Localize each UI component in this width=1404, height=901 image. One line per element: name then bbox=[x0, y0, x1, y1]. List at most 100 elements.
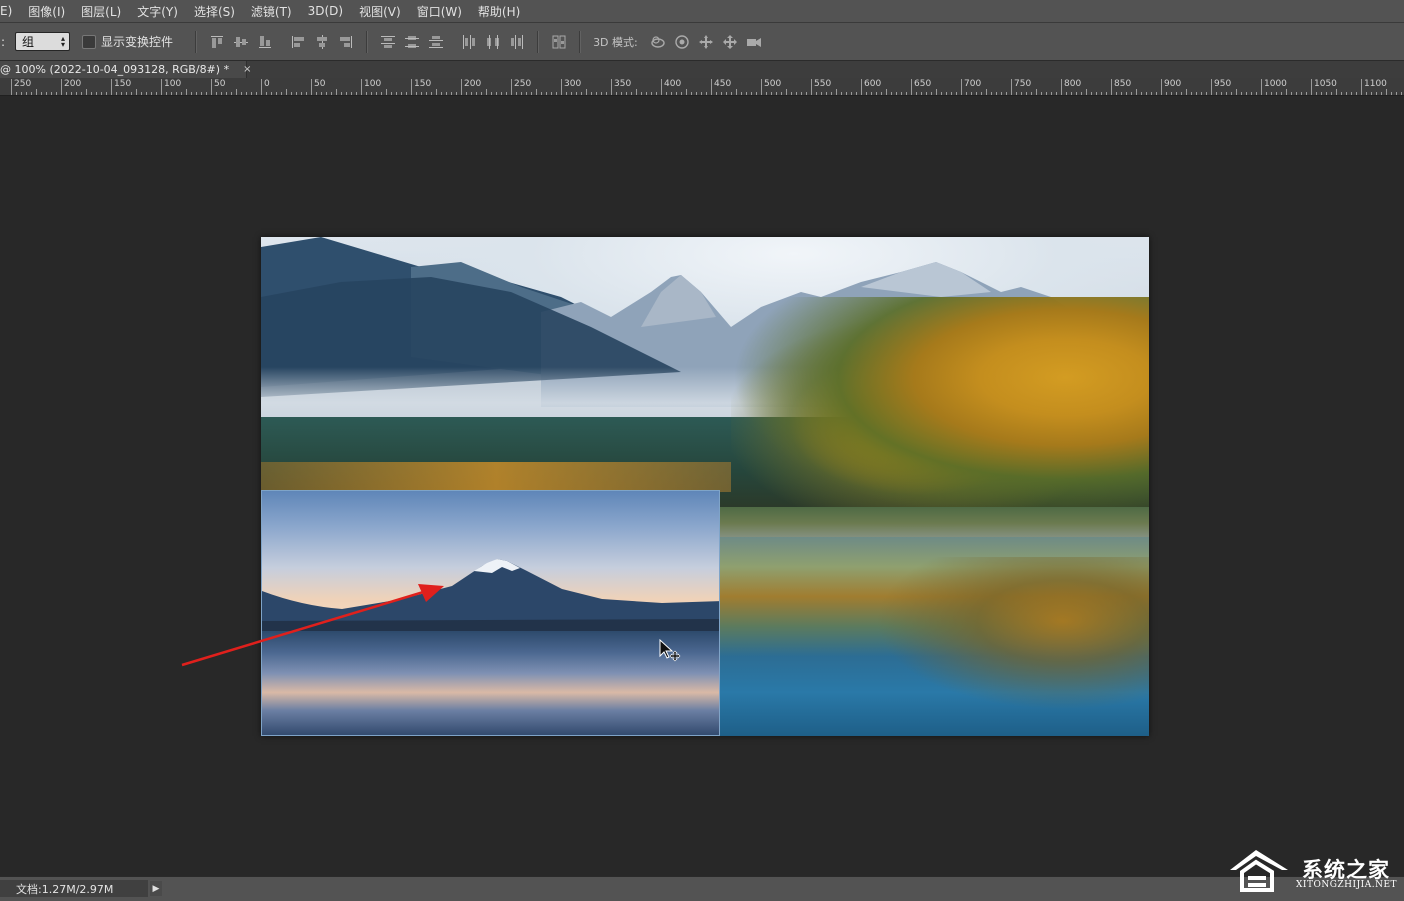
ruler-minor-tick bbox=[126, 92, 127, 95]
ruler-minor-tick bbox=[511, 89, 512, 95]
ruler-minor-tick bbox=[901, 92, 902, 95]
align-top-edges-icon[interactable] bbox=[208, 33, 226, 51]
distribute-vertical-centers-icon[interactable] bbox=[403, 33, 421, 51]
ruler-minor-tick bbox=[131, 92, 132, 95]
ruler-minor-tick bbox=[1261, 89, 1262, 95]
ruler-minor-tick bbox=[631, 92, 632, 95]
ruler-minor-tick bbox=[1321, 92, 1322, 95]
ruler-minor-tick bbox=[1296, 92, 1297, 95]
3d-camera-icon[interactable] bbox=[745, 33, 763, 51]
ruler-minor-tick bbox=[811, 89, 812, 95]
ruler-label: 800 bbox=[1064, 79, 1082, 89]
ruler-minor-tick bbox=[531, 92, 532, 95]
align-right-edges-icon[interactable] bbox=[337, 33, 355, 51]
distribute-right-icon[interactable] bbox=[508, 33, 526, 51]
ruler-label: 550 bbox=[814, 79, 832, 89]
watermark: 系统之家 XITONGZHIJIA.NET bbox=[1226, 846, 1404, 894]
document-tab[interactable]: @ 100% (2022-10-04_093128, RGB/8#) * × bbox=[0, 61, 251, 78]
ruler-minor-tick bbox=[956, 92, 957, 95]
3d-slide-icon[interactable] bbox=[721, 33, 739, 51]
ruler-minor-tick bbox=[891, 92, 892, 95]
ruler-minor-tick bbox=[391, 92, 392, 95]
show-transform-label: 显示变换控件 bbox=[101, 35, 174, 49]
menu-layer[interactable]: 图层(L) bbox=[81, 3, 121, 20]
ruler-minor-tick bbox=[906, 92, 907, 95]
ruler-minor-tick bbox=[1141, 92, 1142, 95]
ruler-minor-tick bbox=[1126, 92, 1127, 95]
close-icon[interactable]: × bbox=[243, 64, 251, 75]
document-info[interactable]: 文档:1.27M/2.97M bbox=[0, 880, 148, 897]
3d-orbit-icon[interactable] bbox=[649, 33, 667, 51]
ruler-minor-tick bbox=[1396, 92, 1397, 95]
options-bar: : 组 ▴ ▾ 显示变换控件 3D 模式: bbox=[0, 23, 1404, 61]
distribute-top-icon[interactable] bbox=[379, 33, 397, 51]
ruler-label: 300 bbox=[564, 79, 582, 89]
ruler-minor-tick bbox=[61, 89, 62, 95]
ruler-minor-tick bbox=[221, 92, 222, 95]
ruler-minor-tick bbox=[291, 92, 292, 95]
align-vertical-centers-icon[interactable] bbox=[232, 33, 250, 51]
menu-type[interactable]: 文字(Y) bbox=[137, 3, 178, 20]
ruler-minor-tick bbox=[16, 92, 17, 95]
ruler-minor-tick bbox=[756, 92, 757, 95]
menu-help[interactable]: 帮助(H) bbox=[478, 3, 520, 20]
menu-3d[interactable]: 3D(D) bbox=[308, 4, 343, 18]
ruler-minor-tick bbox=[881, 92, 882, 95]
align-left-edges-icon[interactable] bbox=[289, 33, 307, 51]
3d-pan-icon[interactable] bbox=[697, 33, 715, 51]
menu-filter[interactable]: 滤镜(T) bbox=[251, 3, 292, 20]
menu-image[interactable]: 图像(I) bbox=[28, 3, 65, 20]
menu-bar: E) 图像(I) 图层(L) 文字(Y) 选择(S) 滤镜(T) 3D(D) 视… bbox=[0, 0, 1404, 23]
align-horizontal-centers-icon[interactable] bbox=[313, 33, 331, 51]
ruler-minor-tick bbox=[146, 92, 147, 95]
menu-edit[interactable]: E) bbox=[0, 4, 12, 18]
ruler-minor-tick bbox=[356, 92, 357, 95]
ruler-minor-tick bbox=[256, 92, 257, 95]
show-transform-checkbox[interactable] bbox=[82, 34, 97, 49]
document-canvas[interactable] bbox=[261, 237, 1149, 736]
ruler-label: 0 bbox=[264, 79, 270, 89]
ruler-minor-tick bbox=[251, 92, 252, 95]
ruler-minor-tick bbox=[206, 92, 207, 95]
ruler-minor-tick bbox=[1006, 92, 1007, 95]
3d-roll-icon[interactable] bbox=[673, 33, 691, 51]
ruler-minor-tick bbox=[186, 89, 187, 95]
menu-window[interactable]: 窗口(W) bbox=[417, 3, 462, 20]
ruler-minor-tick bbox=[681, 92, 682, 95]
ruler-minor-tick bbox=[1301, 92, 1302, 95]
align-bottom-edges-icon[interactable] bbox=[256, 33, 274, 51]
ruler-minor-tick bbox=[1256, 92, 1257, 95]
ruler-minor-tick bbox=[1246, 92, 1247, 95]
ruler-label: 400 bbox=[664, 79, 682, 89]
distribute-horizontal-centers-icon[interactable] bbox=[484, 33, 502, 51]
ruler-minor-tick bbox=[281, 92, 282, 95]
menu-select[interactable]: 选择(S) bbox=[194, 3, 235, 20]
ruler-minor-tick bbox=[246, 92, 247, 95]
ruler-minor-tick bbox=[921, 92, 922, 95]
auto-select-dropdown[interactable]: 组 ▴ ▾ bbox=[15, 32, 71, 51]
ruler-minor-tick bbox=[171, 92, 172, 95]
status-bar: 文档:1.27M/2.97M ▶ bbox=[0, 876, 1404, 901]
ruler-minor-tick bbox=[601, 92, 602, 95]
auto-align-layers-icon[interactable] bbox=[550, 33, 568, 51]
horizontal-ruler[interactable]: 250 200 150 100 50 0 50 100 150 200 250 300 350 400 45… bbox=[0, 78, 1404, 96]
ruler-label: 50 bbox=[214, 79, 226, 89]
ruler-minor-tick bbox=[656, 92, 657, 95]
distribute-bottom-icon[interactable] bbox=[427, 33, 445, 51]
status-menu-arrow-icon[interactable]: ▶ bbox=[150, 881, 162, 896]
ruler-minor-tick bbox=[411, 89, 412, 95]
ruler-minor-tick bbox=[1136, 89, 1137, 95]
ruler-minor-tick bbox=[546, 92, 547, 95]
ruler-minor-tick bbox=[211, 89, 212, 95]
ruler-minor-tick bbox=[1111, 89, 1112, 95]
ruler-minor-tick bbox=[876, 92, 877, 95]
ruler-label: 200 bbox=[464, 79, 482, 89]
menu-view[interactable]: 视图(V) bbox=[359, 3, 401, 20]
distribute-left-icon[interactable] bbox=[460, 33, 478, 51]
ruler-minor-tick bbox=[781, 92, 782, 95]
fuji-layer-photo[interactable] bbox=[261, 490, 720, 736]
ruler-minor-tick bbox=[856, 92, 857, 95]
ruler-minor-tick bbox=[1401, 92, 1402, 95]
ruler-label: 450 bbox=[714, 79, 732, 89]
ruler-minor-tick bbox=[1096, 92, 1097, 95]
